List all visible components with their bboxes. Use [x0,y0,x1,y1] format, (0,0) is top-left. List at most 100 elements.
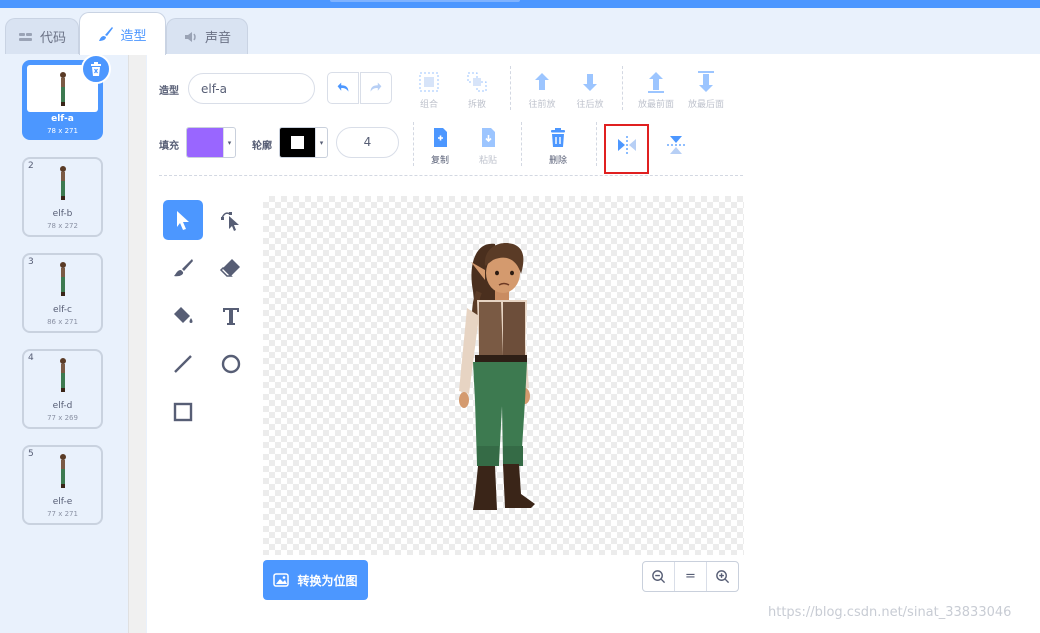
costume-item-4[interactable]: 4 elf-d 77 x 269 [22,349,103,429]
costume-size: 86 x 271 [47,318,78,326]
costume-name-input[interactable] [188,73,315,104]
delete-label: 删除 [548,156,567,166]
zoom-controls: = [642,561,739,592]
text-tool[interactable] [211,296,251,336]
zoom-out-icon [652,570,666,584]
convert-to-bitmap-button[interactable]: 转换为位图 [263,560,368,600]
top-menu-strip [0,0,1040,8]
costume-number: 3 [28,257,34,267]
forward-icon [535,73,549,90]
chevron-down-icon: ▾ [315,128,327,157]
outline-color-picker[interactable]: ▾ [279,127,328,158]
toolbar-divider [510,66,511,110]
paste-button[interactable]: 粘贴 [466,126,510,166]
toolbar-divider [622,66,623,110]
circle-tool[interactable] [211,344,251,384]
group-icon [419,72,439,92]
fill-tool[interactable] [163,296,203,336]
flip-vertical-icon [667,136,685,154]
ungroup-button[interactable]: 拆散 [455,70,499,110]
stroke-width-input[interactable]: 4 [336,127,399,158]
reshape-tool[interactable] [211,200,251,240]
toolbar-divider [596,122,597,166]
forward-label: 往前放 [528,100,556,110]
forward-button[interactable]: 往前放 [520,70,564,110]
costume-number: 5 [28,449,34,459]
elf-thumbnail [59,454,66,488]
costume-number: 4 [28,353,34,363]
toolbar-bottom-divider [159,175,743,176]
back-button[interactable]: 放最后面 [684,70,728,110]
costume-item-3[interactable]: 3 elf-c 86 x 271 [22,253,103,333]
tab-sounds-label: 声音 [204,31,231,46]
reshape-icon [221,212,239,231]
eraser-icon [219,259,240,277]
trash-icon [551,128,565,147]
zoom-out-button[interactable] [643,562,675,591]
costume-name-label: 造型 [159,86,179,97]
back-icon [698,71,714,92]
speaker-icon [184,31,196,42]
costume-list-scrollbar[interactable] [128,54,146,633]
costume-size: 77 x 269 [47,414,78,422]
tab-code-label: 代码 [39,31,66,46]
group-button[interactable]: 组合 [407,70,451,110]
delete-costume-button[interactable] [81,54,111,84]
convert-to-bitmap-label: 转换为位图 [297,573,358,588]
front-button[interactable]: 放最前面 [634,70,678,110]
elf-sprite [459,242,535,510]
costume-size: 78 x 271 [47,127,78,135]
paste-label: 粘贴 [478,156,497,166]
front-label: 放最前面 [637,100,674,110]
costume-name: elf-d [52,401,73,411]
rectangle-tool[interactable] [163,392,203,432]
flip-vertical-button[interactable] [654,133,698,157]
elf-thumbnail [59,72,66,106]
delete-button[interactable]: 删除 [536,126,580,166]
chevron-down-icon: ▾ [223,128,235,157]
tab-costumes-label: 造型 [120,28,147,44]
paste-icon [482,128,495,147]
eraser-tool[interactable] [211,248,251,288]
menu-pill [330,0,520,2]
costume-item-2[interactable]: 2 elf-b 78 x 272 [22,157,103,237]
select-tool[interactable] [163,200,203,240]
image-icon [273,573,290,587]
line-tool[interactable] [163,344,203,384]
zoom-in-button[interactable] [707,562,738,591]
costume-number: 1 [29,65,35,75]
costume-item-5[interactable]: 5 elf-e 77 x 271 [22,445,103,525]
costume-number: 2 [28,161,34,171]
fill-label: 填充 [159,141,179,152]
zoom-reset-button[interactable]: = [675,562,707,591]
backward-button[interactable]: 往后放 [568,70,612,110]
undo-icon [337,82,349,92]
fill-swatch [187,128,223,157]
fill-color-picker[interactable]: ▾ [186,127,236,158]
drawing-canvas[interactable] [263,196,744,555]
tab-costumes[interactable]: 造型 [79,12,166,55]
trash-icon [91,62,101,76]
code-icon [18,32,32,41]
toolbar-divider [521,122,522,166]
redo-icon [370,82,382,92]
costume-name: elf-a [51,114,74,124]
circle-icon [221,354,241,374]
ungroup-icon [467,72,487,92]
undo-button[interactable] [327,72,359,104]
redo-button[interactable] [360,72,392,104]
text-icon [223,308,239,325]
outline-swatch [280,128,315,157]
costume-name: elf-c [53,305,72,315]
toolbar-divider [413,122,414,166]
tab-code[interactable]: 代码 [5,18,79,54]
costume-name: elf-b [52,209,73,219]
group-label: 组合 [419,100,438,110]
copy-button[interactable]: 复制 [418,126,462,166]
back-label: 放最后面 [687,100,724,110]
costume-size: 78 x 272 [47,222,78,230]
brush-tool[interactable] [163,248,203,288]
tab-sounds[interactable]: 声音 [166,18,248,54]
outline-label: 轮廓 [252,141,272,152]
copy-icon [434,128,447,147]
